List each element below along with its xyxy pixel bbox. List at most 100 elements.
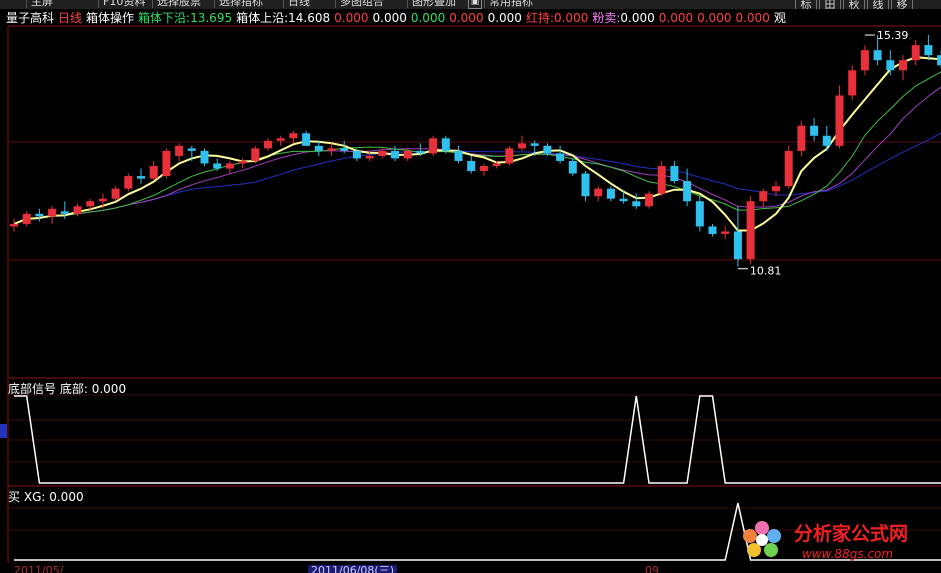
hold-label: 红持: xyxy=(525,11,554,25)
candle-body xyxy=(568,160,577,174)
hold-value: 0.000 xyxy=(553,11,589,25)
candle-body xyxy=(759,191,768,202)
period-label: 日线 xyxy=(58,11,83,25)
candle-body xyxy=(22,213,31,224)
candle-body xyxy=(899,60,907,71)
logo-url: www.88gs.com xyxy=(802,547,893,561)
legend-value: 0.000 xyxy=(620,11,655,25)
legend-tail: 观 xyxy=(773,11,786,25)
tab-grid[interactable]: 田 xyxy=(819,0,841,9)
candle-body xyxy=(251,148,260,161)
candle-body xyxy=(403,150,412,159)
candle-body xyxy=(556,153,565,161)
candle-body xyxy=(48,208,57,217)
candle-body xyxy=(848,70,857,96)
candle-body xyxy=(873,50,882,61)
candle-body xyxy=(594,188,603,197)
candle-body xyxy=(60,211,69,214)
candle-body xyxy=(352,150,361,159)
candle-body xyxy=(632,201,641,207)
candle-body xyxy=(302,133,311,146)
candle-body xyxy=(784,150,793,187)
daily-period-button[interactable]: 日线 xyxy=(283,0,310,8)
candle-body xyxy=(327,148,336,151)
legend-value: 0.000 xyxy=(372,11,407,25)
tab-autumn[interactable]: 秋 xyxy=(843,0,865,9)
legend-value: 0.000 xyxy=(334,11,369,25)
candle-body xyxy=(505,148,514,164)
candle-body xyxy=(797,125,806,151)
candle-body xyxy=(454,150,463,161)
candlestick-chart: 15.39 10.81 xyxy=(0,25,941,563)
candle-body xyxy=(911,45,920,61)
candle-body xyxy=(289,133,298,139)
indicator-name: 箱体操作 xyxy=(86,11,135,25)
candle-body xyxy=(772,186,780,192)
indicator-legend: 量子高科 日线 箱体操作 箱体下沿:13.695 箱体上沿:14.608 0.000 0.0… xyxy=(0,10,941,26)
bottom-signal-title: 底部信号 xyxy=(8,382,57,396)
select-stock-button[interactable]: 选择股票 xyxy=(152,0,201,8)
bottom-signal-value: 0.000 xyxy=(91,382,127,396)
candle-body xyxy=(543,145,552,154)
candle-body xyxy=(149,165,158,179)
candle-body xyxy=(264,140,272,149)
candle-body xyxy=(200,150,209,164)
candle-body xyxy=(708,226,717,234)
candle-body xyxy=(670,165,679,182)
tab-standard[interactable]: 标 xyxy=(795,0,817,9)
candle-body xyxy=(581,173,590,197)
candle-body xyxy=(479,165,488,172)
flower-icon xyxy=(743,521,781,557)
candle-body xyxy=(822,135,831,146)
common-indicators-button[interactable]: 常用指标 xyxy=(484,0,533,8)
candle-body xyxy=(175,145,184,156)
settings-icon[interactable]: ▣ xyxy=(468,0,482,9)
candle-body xyxy=(467,160,476,172)
stock-name: 量子高科 xyxy=(6,11,55,25)
legend-value: 0.000 xyxy=(410,11,446,25)
candle-body xyxy=(391,150,399,159)
legend-value: 0.000 xyxy=(487,11,522,25)
candle-body xyxy=(86,201,95,207)
legend-value: 0.000 xyxy=(735,11,770,25)
date-label-mid[interactable]: 2011/06/08(三) xyxy=(308,565,397,573)
candle-body xyxy=(695,201,704,227)
candle-body xyxy=(124,176,133,189)
multi-chart-button[interactable]: 多图组合 xyxy=(335,0,384,8)
candle-body xyxy=(314,145,323,151)
candle-body xyxy=(111,188,120,199)
candle-body xyxy=(937,55,941,66)
candle-body xyxy=(10,223,18,227)
overlay-button[interactable]: 图形叠加 xyxy=(407,0,456,8)
box-low-value: 13.695 xyxy=(190,11,233,25)
candle-body xyxy=(162,150,171,177)
candle-body xyxy=(683,181,692,202)
candle-body xyxy=(606,188,615,199)
tab-line[interactable]: 线 xyxy=(867,0,889,9)
candle-body xyxy=(530,143,539,146)
candle-body xyxy=(365,155,374,159)
date-label-left: 2011/05/ xyxy=(14,564,64,573)
candle-body xyxy=(886,60,895,71)
bottom-signal-header: 底部信号 底部: 0.000 xyxy=(8,380,126,397)
candle-body xyxy=(835,95,844,146)
candle-body xyxy=(860,50,869,71)
candle-body xyxy=(746,201,755,260)
candle-body xyxy=(441,138,450,151)
candle-body xyxy=(518,143,526,149)
logo-title: 分析家公式网 xyxy=(794,522,908,545)
candle-body xyxy=(645,193,653,207)
tab-move[interactable]: 移 xyxy=(891,0,913,9)
candle-body xyxy=(276,138,285,141)
main-screen-button[interactable]: 主屏 xyxy=(26,0,53,8)
f10-button[interactable]: F10资料 xyxy=(98,0,145,8)
candle-body xyxy=(213,163,222,169)
legend-value: 0.000 xyxy=(697,11,732,25)
box-low-label: 箱体下沿: xyxy=(138,11,191,25)
candle-body xyxy=(657,165,666,194)
candle-body xyxy=(35,213,44,217)
select-indicator-button[interactable]: 选择指标 xyxy=(214,0,263,8)
site-logo: 分析家公式网 www.88gs.com xyxy=(743,521,908,561)
candle-body xyxy=(225,163,234,169)
candle-body xyxy=(378,150,387,156)
